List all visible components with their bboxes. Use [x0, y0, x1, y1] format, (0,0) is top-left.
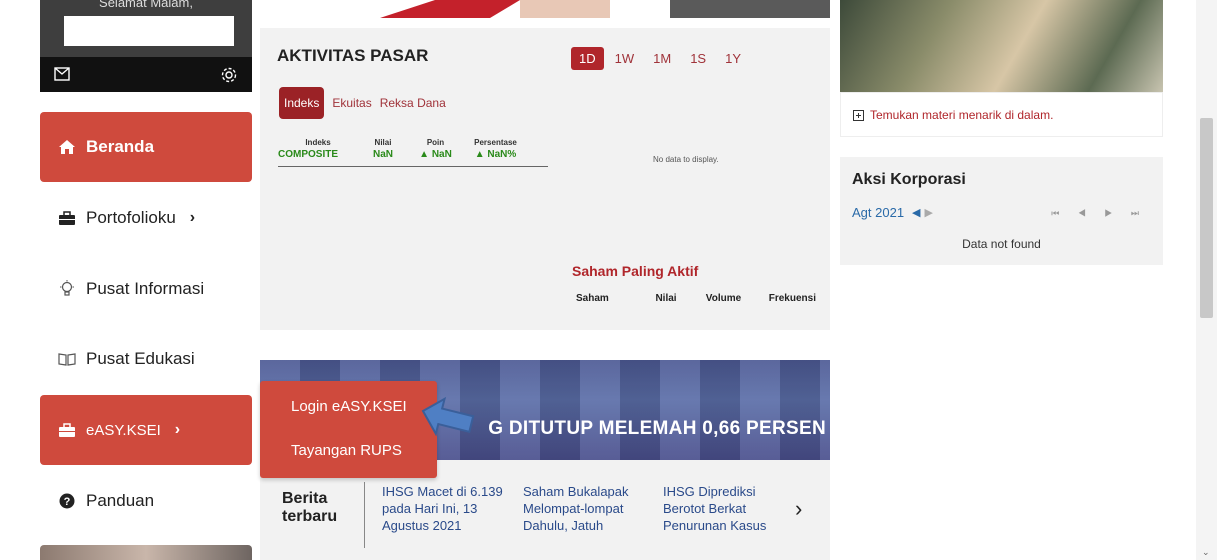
home-icon	[56, 139, 78, 155]
no-data-message: No data to display.	[653, 155, 719, 164]
news-item[interactable]: IHSG Diprediksi Berotot Berkat Penurunan…	[663, 483, 793, 534]
sidebar-item-label: Panduan	[86, 491, 155, 510]
briefcase-icon	[56, 210, 78, 226]
pointer-arrow-icon	[420, 396, 476, 447]
sidebar-item-panduan[interactable]: ? Panduan	[40, 466, 252, 536]
period-selector: 1D 1W 1M 1S 1Y	[571, 47, 752, 70]
user-name-box	[64, 16, 234, 46]
sidebar: Selamat Malam, Beranda Portofolioku › Pu…	[40, 0, 252, 560]
month-selector: Agt 2021 ◀ ▶	[852, 205, 933, 220]
index-name: COMPOSITE	[278, 149, 339, 160]
sidebar-item-pusat-informasi[interactable]: Pusat Informasi	[40, 254, 252, 324]
sidebar-item-portofolioku[interactable]: Portofolioku ›	[40, 183, 252, 253]
corporate-action-panel: Aksi Korporasi Agt 2021 ◀ ▶ ⏮ ◀ ▶ ⏭ Data…	[840, 157, 1163, 265]
prev-month-icon[interactable]: ◀	[912, 206, 920, 219]
most-active-title: Saham Paling Aktif	[572, 263, 699, 279]
question-icon: ?	[56, 493, 78, 509]
period-1d[interactable]: 1D	[571, 47, 604, 70]
pager-controls[interactable]: ⏮ ◀ ▶ ⏭	[1051, 208, 1147, 219]
news-item[interactable]: IHSG Macet di 6.139 pada Hari Ini, 13 Ag…	[382, 483, 512, 534]
table-row[interactable]: COMPOSITE NaN ▲ NaN ▲ NaN%	[278, 147, 548, 167]
column-header: Volume	[705, 293, 742, 304]
scrollbar-thumb[interactable]	[1200, 118, 1213, 318]
column-header: Saham	[576, 293, 609, 304]
promo-image[interactable]	[40, 545, 252, 560]
column-header: Persentase	[474, 138, 517, 147]
empty-state-message: Data not found	[962, 237, 1041, 251]
sidebar-item-easy-ksei[interactable]: eASY.KSEI ›	[40, 395, 252, 465]
tab-ekuitas[interactable]: Ekuitas	[332, 96, 371, 110]
column-header: Indeks	[305, 138, 331, 147]
book-icon	[56, 352, 78, 366]
chevron-right-icon: ›	[189, 209, 196, 226]
corporate-action-title: Aksi Korporasi	[852, 171, 966, 188]
latest-news-label: Berita terbaru	[282, 490, 338, 525]
lightbulb-icon	[56, 280, 78, 298]
column-header: Nilai	[374, 138, 392, 147]
tab-indeks[interactable]: Indeks	[279, 87, 325, 119]
column-header: Frekuensi	[768, 293, 816, 304]
materi-link-box[interactable]: Temukan materi menarik di dalam.	[840, 92, 1163, 137]
menu-item-tayangan-rups[interactable]: Tayangan RUPS	[260, 429, 437, 477]
mail-icon[interactable]	[54, 67, 70, 86]
sidebar-item-beranda[interactable]: Beranda	[40, 112, 252, 182]
svg-text:?: ?	[64, 496, 71, 508]
period-1s[interactable]: 1S	[682, 47, 714, 70]
index-table-header: Indeks Nilai Poin Persentase	[278, 138, 548, 147]
column-header: Nilai	[655, 293, 677, 304]
sidebar-item-label: Portofolioku	[86, 208, 176, 227]
market-title: AKTIVITAS PASAR	[277, 46, 429, 65]
market-activity-panel: AKTIVITAS PASAR 1D 1W 1M 1S 1Y Indeks Ek…	[260, 28, 830, 330]
menu-item-login-easy-ksei[interactable]: Login eASY.KSEI	[260, 381, 437, 429]
news-item[interactable]: Saham Bukalapak Melompat-lompat Dahulu, …	[523, 483, 653, 534]
education-image[interactable]	[840, 0, 1163, 92]
index-points: ▲ NaN	[419, 149, 452, 160]
page: Selamat Malam, Beranda Portofolioku › Pu…	[0, 0, 1217, 560]
index-percentage: ▲ NaN%	[474, 149, 517, 160]
briefcase-icon	[56, 422, 78, 438]
period-1m[interactable]: 1M	[645, 47, 679, 70]
most-active-table-header: Saham Nilai Volume Frekuensi	[576, 293, 816, 304]
chevron-right-icon[interactable]: ›	[795, 496, 802, 522]
profile-panel: Selamat Malam,	[40, 0, 252, 92]
chevron-right-icon: ›	[174, 421, 181, 438]
period-1w[interactable]: 1W	[607, 47, 643, 70]
profile-actions-bar	[40, 57, 252, 92]
page-scrollbar[interactable]: ⌄	[1196, 0, 1217, 560]
sidebar-item-label: Pusat Informasi	[86, 279, 205, 298]
market-subtabs: Indeks Ekuitas Reksa Dana	[279, 87, 454, 119]
gear-icon[interactable]	[220, 66, 238, 89]
tab-reksa-dana[interactable]: Reksa Dana	[380, 96, 446, 110]
next-month-icon[interactable]: ▶	[925, 206, 933, 219]
banner-headline: G DITUTUP MELEMAH 0,66 PERSEN	[488, 418, 826, 439]
index-table: Indeks Nilai Poin Persentase COMPOSITE N…	[278, 138, 548, 167]
sidebar-item-label: Pusat Edukasi	[86, 349, 195, 368]
divider	[364, 482, 365, 548]
easy-ksei-submenu: Login eASY.KSEI Tayangan RUPS	[260, 381, 437, 478]
greeting-text: Selamat Malam,	[99, 0, 193, 10]
sidebar-item-label: eASY.KSEI	[86, 421, 161, 439]
period-1y[interactable]: 1Y	[717, 47, 749, 70]
materi-link[interactable]: Temukan materi menarik di dalam.	[853, 108, 1053, 122]
sidebar-item-pusat-edukasi[interactable]: Pusat Edukasi	[40, 324, 252, 394]
column-header: Poin	[426, 138, 445, 147]
sidebar-item-label: Beranda	[86, 137, 155, 156]
hero-banner[interactable]	[260, 0, 830, 18]
current-month: Agt 2021	[852, 205, 905, 220]
materi-link-label: Temukan materi menarik di dalam.	[870, 108, 1054, 122]
scroll-down-icon[interactable]: ⌄	[1202, 547, 1210, 558]
expand-icon	[853, 109, 864, 121]
index-value: NaN	[372, 149, 393, 160]
